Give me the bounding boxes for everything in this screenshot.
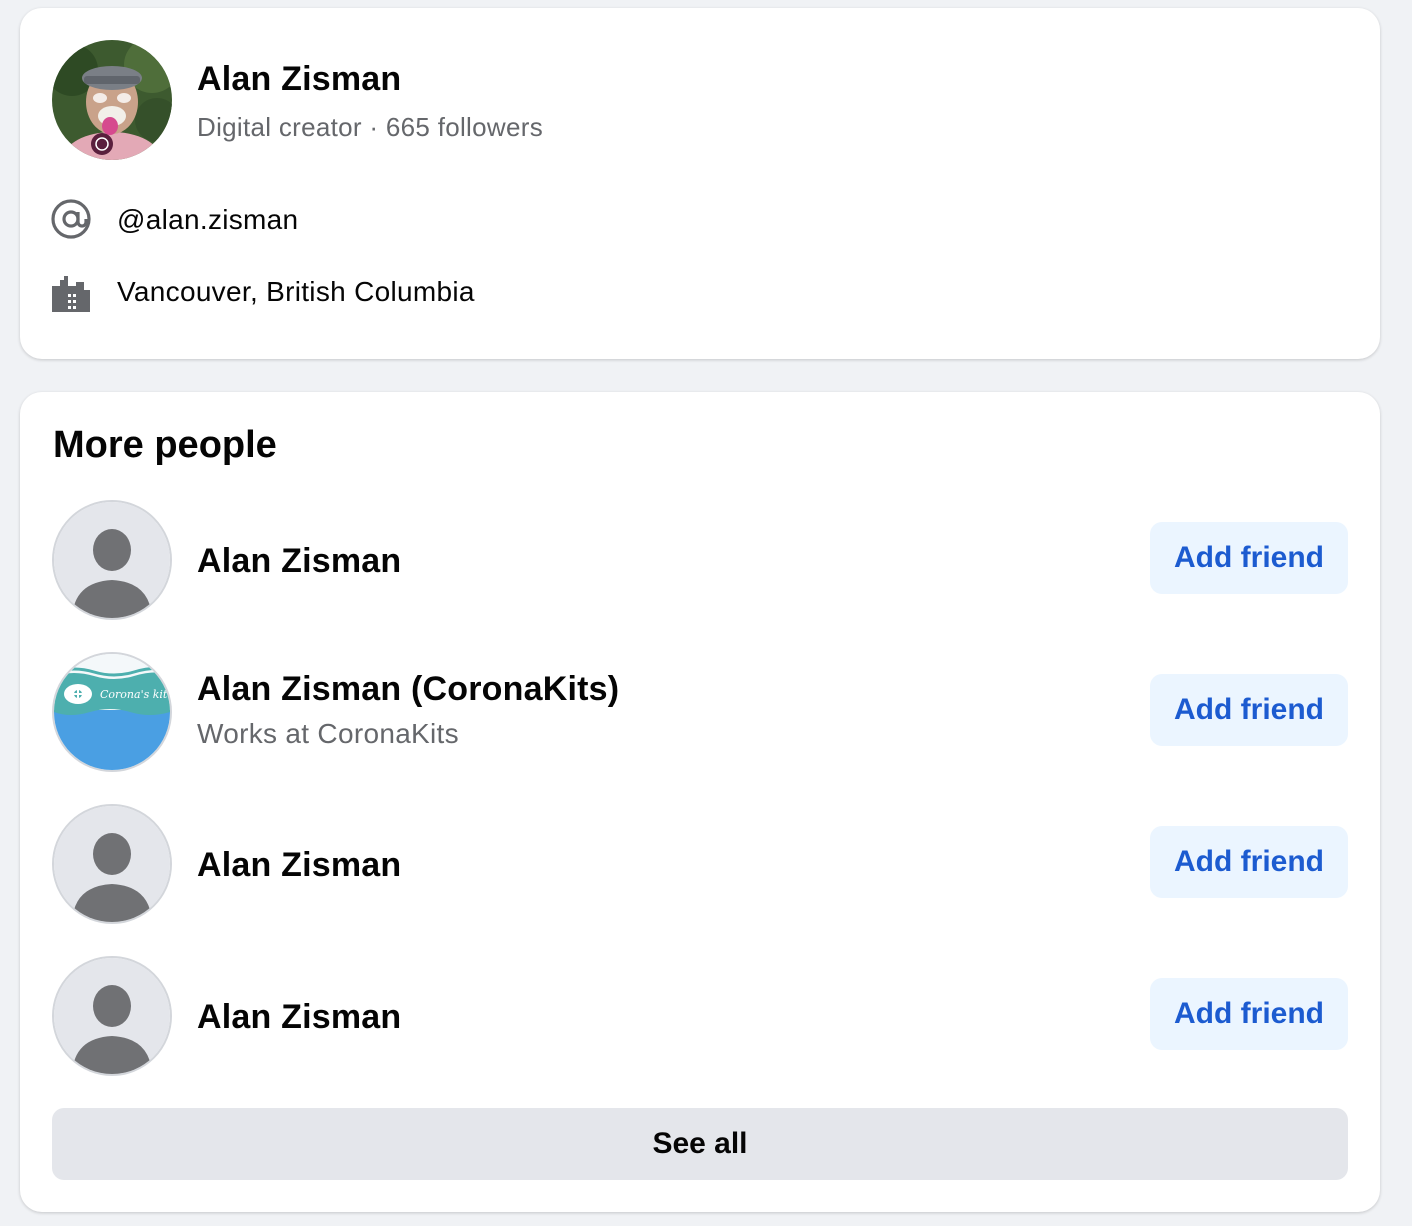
- person-name[interactable]: Alan Zisman: [197, 998, 401, 1037]
- add-friend-button[interactable]: Add friend: [1150, 522, 1348, 594]
- default-avatar[interactable]: [52, 956, 172, 1076]
- person-name[interactable]: Alan Zisman (CoronaKits): [197, 670, 619, 709]
- add-friend-button[interactable]: Add friend: [1150, 978, 1348, 1050]
- person-name[interactable]: Alan Zisman: [197, 846, 401, 885]
- coronakits-avatar[interactable]: Corona's kit: [52, 652, 172, 772]
- at-sign-icon: [50, 198, 92, 240]
- profile-subtitle: Digital creator · 665 followers: [197, 112, 543, 142]
- list-item: Alan Zisman Add friend: [20, 498, 1380, 622]
- profile-username: @alan.zisman: [117, 204, 299, 235]
- person-name[interactable]: Alan Zisman: [197, 542, 401, 581]
- default-avatar[interactable]: [52, 500, 172, 620]
- section-title: More people: [53, 424, 277, 466]
- add-friend-button[interactable]: Add friend: [1150, 826, 1348, 898]
- list-item: Corona's kit Alan Zisman (CoronaKits) Wo…: [20, 650, 1380, 774]
- profile-avatar[interactable]: [52, 40, 172, 160]
- coronakits-logo-text: Corona's kit: [100, 688, 168, 701]
- person-subtitle: Works at CoronaKits: [197, 718, 459, 749]
- see-all-button[interactable]: See all: [52, 1108, 1348, 1180]
- add-friend-button[interactable]: Add friend: [1150, 674, 1348, 746]
- profile-card: Alan Zisman Digital creator · 665 follow…: [20, 8, 1380, 359]
- profile-location: Vancouver, British Columbia: [117, 276, 475, 307]
- profile-name[interactable]: Alan Zisman: [197, 60, 401, 99]
- building-icon: [50, 272, 92, 314]
- list-item: Alan Zisman Add friend: [20, 954, 1380, 1078]
- more-people-card: More people Alan Zisman Add friend Coron…: [20, 392, 1380, 1212]
- default-avatar[interactable]: [52, 804, 172, 924]
- list-item: Alan Zisman Add friend: [20, 802, 1380, 926]
